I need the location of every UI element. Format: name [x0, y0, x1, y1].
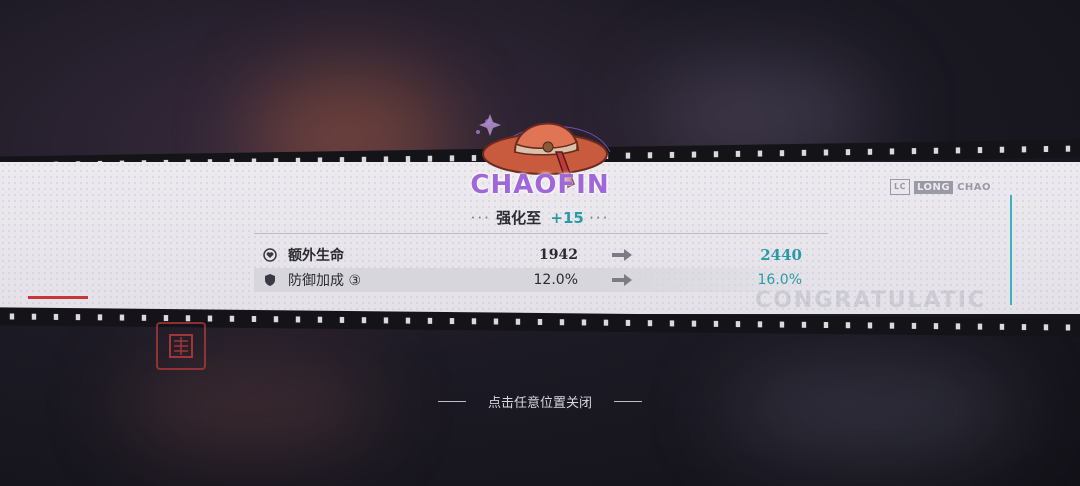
stat-new-value: 16.0% — [757, 272, 802, 288]
close-hint[interactable]: 点击任意位置关闭 — [438, 392, 642, 411]
accent-line-red — [28, 296, 88, 299]
stat-row-defense: 防御加成 ③ 12.0% 16.0% — [254, 268, 828, 292]
hint-line-left — [438, 401, 466, 402]
stat-new-value: 2440 — [760, 246, 802, 264]
arrow-right-icon — [592, 246, 652, 265]
stat-old-value: 12.0% — [533, 272, 578, 288]
upgrade-level: +15 — [550, 209, 584, 227]
stat-row-hp: 额外生命 1942 2440 — [254, 243, 828, 267]
stat-name: 额外生命 — [288, 248, 344, 264]
bg-glow-blue — [720, 360, 1020, 460]
stats-divider — [254, 233, 828, 234]
hint-line-right — [613, 401, 642, 402]
upgrade-text: 强化至 — [496, 209, 542, 227]
upgrade-dots-left: ··· — [470, 209, 491, 227]
arrow-right-icon — [592, 271, 652, 290]
close-hint-text: 点击任意位置关闭 — [487, 396, 592, 411]
brand-right: CHAO — [957, 181, 992, 193]
bg-glow-red — [120, 360, 380, 450]
heart-shield-icon — [262, 247, 278, 263]
accent-line-cyan — [1010, 195, 1012, 305]
item-name: CHAOFIN — [470, 170, 610, 200]
brand-left: LONG — [914, 180, 954, 194]
brand-logo: LC LONG CHAO — [890, 179, 991, 195]
upgrade-label: ··· 强化至 +15 ··· — [440, 207, 640, 228]
red-seal-stamp — [156, 322, 206, 370]
upgrade-dots-right: ··· — [589, 209, 610, 227]
shield-icon — [262, 272, 278, 288]
stat-old-value: 1942 — [539, 247, 578, 263]
stat-name: 防御加成 ③ — [288, 273, 362, 289]
brand-mark: LC — [890, 179, 910, 195]
